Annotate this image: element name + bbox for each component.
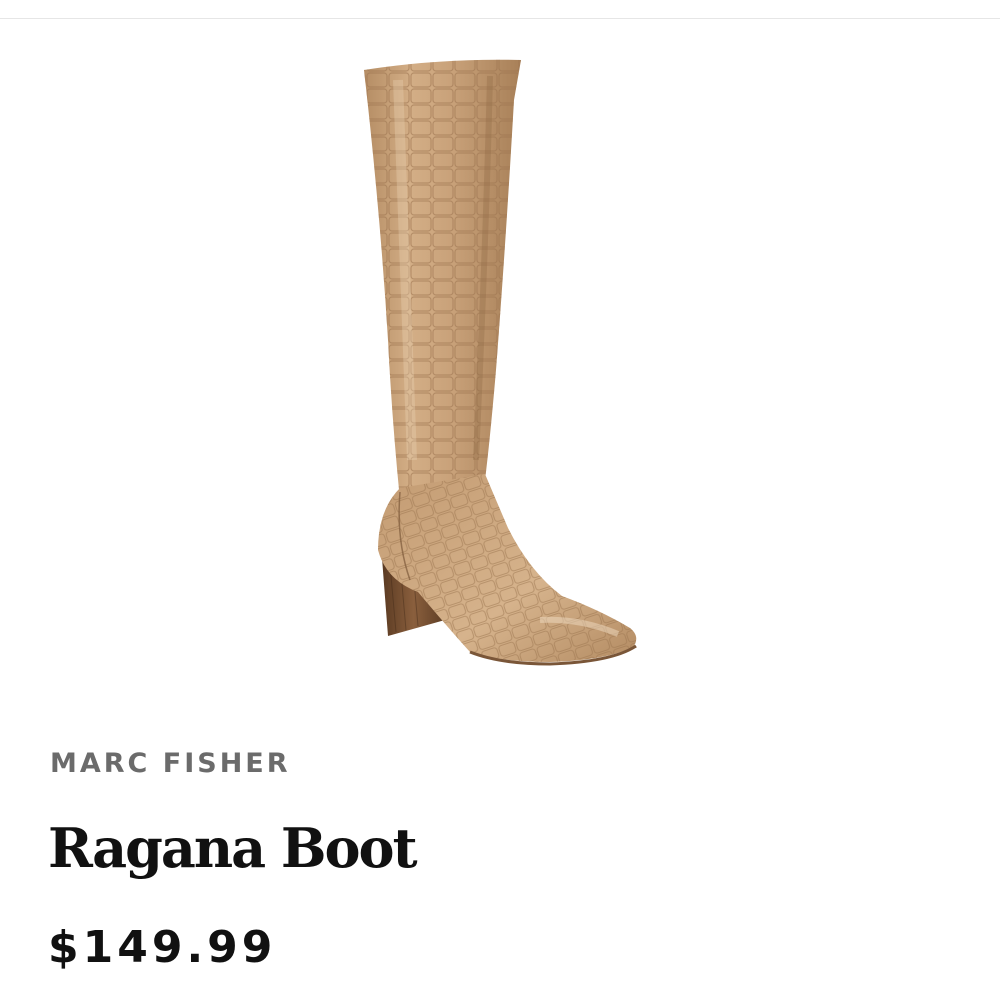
product-title[interactable]: Ragana Boot — [48, 816, 418, 880]
product-image[interactable] — [300, 40, 700, 680]
product-price: $149.99 — [48, 922, 277, 973]
top-divider — [0, 18, 1000, 19]
boot-icon — [364, 59, 637, 666]
product-brand[interactable]: MARC FISHER — [50, 748, 291, 779]
product-page: MARC FISHER Ragana Boot $149.99 — [0, 0, 1000, 1000]
